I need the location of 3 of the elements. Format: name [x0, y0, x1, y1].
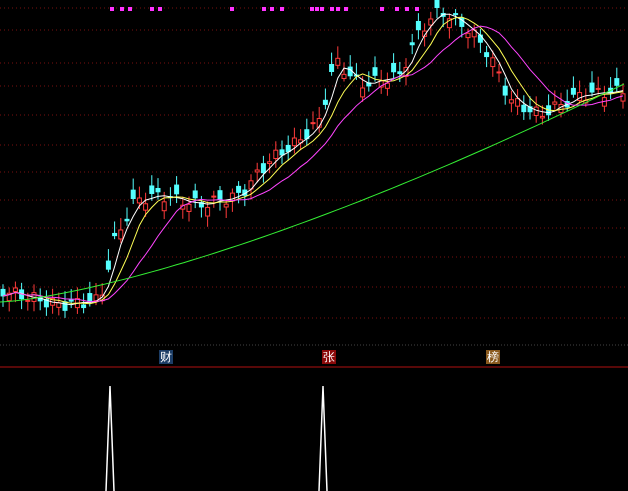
signal-label: 榜: [486, 350, 500, 364]
signal-label: 财: [159, 350, 173, 364]
signal-label: 张: [322, 350, 336, 364]
